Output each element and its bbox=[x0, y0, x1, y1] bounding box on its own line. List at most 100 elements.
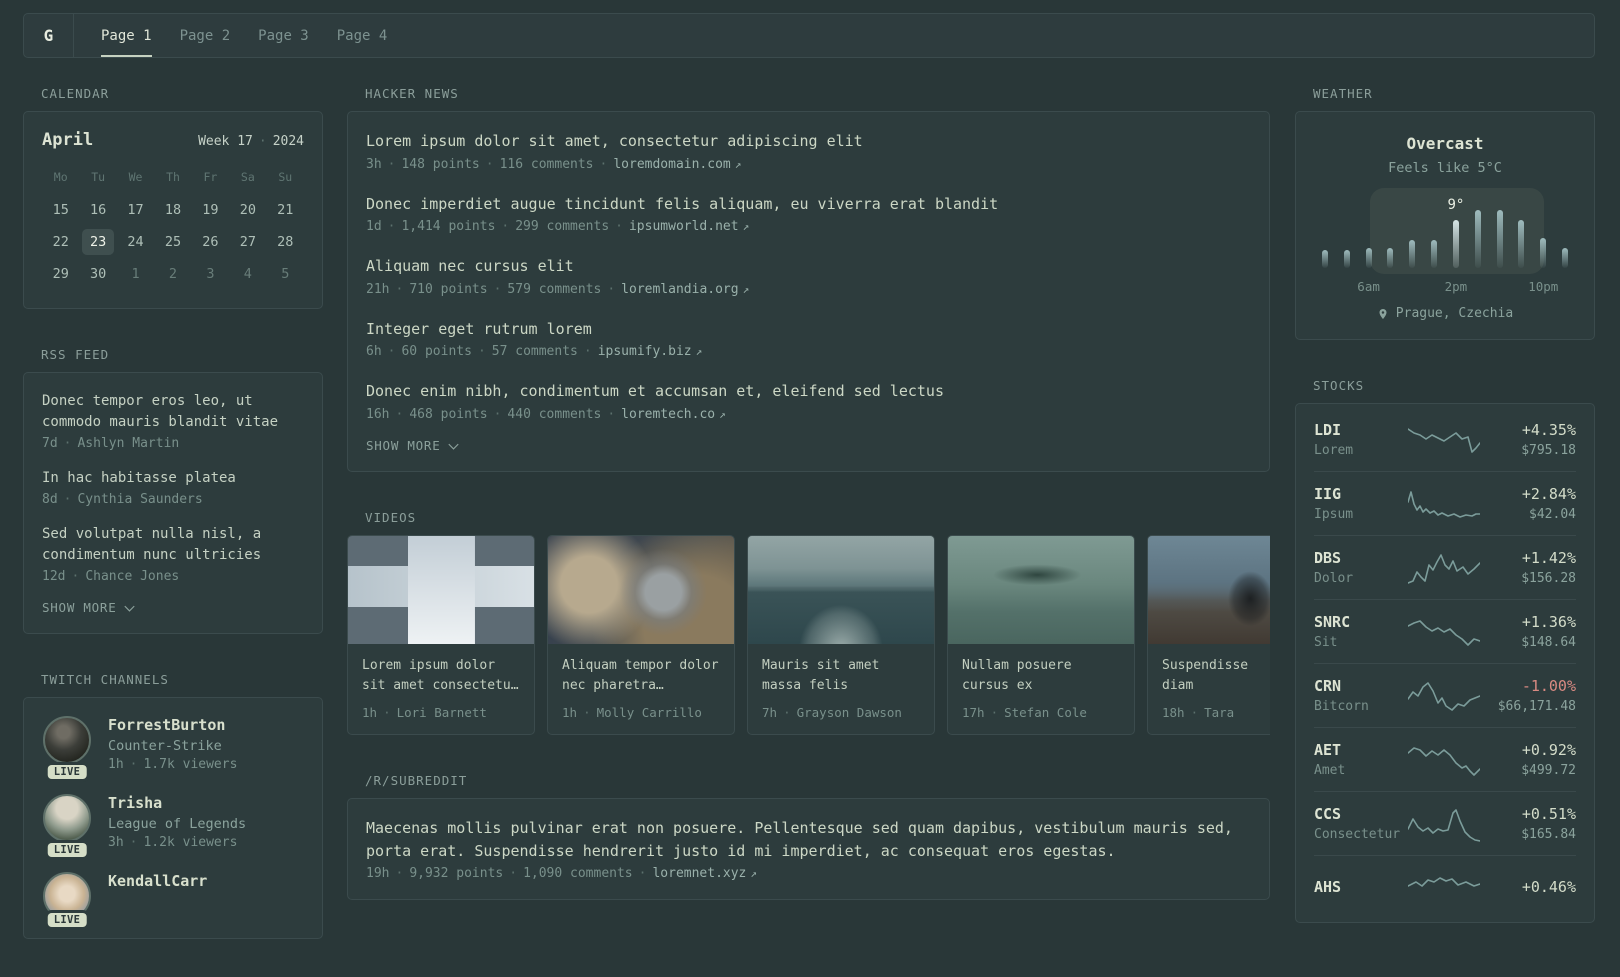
calendar-day[interactable]: 19 bbox=[192, 194, 229, 226]
widget-label-hackernews: HACKER NEWS bbox=[365, 86, 459, 101]
video-meta: 1h · Lori Barnett bbox=[362, 705, 520, 720]
calendar-day[interactable]: 18 bbox=[154, 194, 191, 226]
video-thumbnail bbox=[1148, 535, 1270, 644]
separator-dot: · bbox=[599, 156, 608, 172]
video-card[interactable]: Nullam posuere cursus ex 17h · Stefan Cole bbox=[947, 534, 1135, 736]
stock-row[interactable]: CRN Bitcorn -1.00% $66,171.48 bbox=[1314, 663, 1576, 727]
calendar-day[interactable]: 15 bbox=[42, 194, 79, 226]
tab-page-2[interactable]: Page 2 bbox=[180, 14, 231, 57]
stock-row[interactable]: AET Amet +0.92% $499.72 bbox=[1314, 727, 1576, 791]
twitch-channel-row[interactable]: LIVE KendallCarr bbox=[42, 872, 304, 927]
hackernews-item-meta: 1d · 1,414 points · 299 comments · ipsumworld.… bbox=[366, 219, 1251, 234]
hackernews-item[interactable]: Donec imperdiet augue tincidunt felis al… bbox=[366, 193, 1251, 235]
calendar-year: 2024 bbox=[272, 134, 304, 149]
stock-name: Bitcorn bbox=[1314, 699, 1369, 714]
separator-dot: · bbox=[1190, 705, 1199, 721]
meta-text: 440 comments bbox=[507, 406, 602, 422]
calendar-day[interactable]: 28 bbox=[267, 226, 304, 258]
separator-dot: · bbox=[607, 406, 616, 422]
stock-row[interactable]: LDI Lorem +4.35% $795.18 bbox=[1314, 408, 1576, 471]
calendar-day[interactable]: 20 bbox=[229, 194, 266, 226]
separator-dot: · bbox=[383, 705, 391, 721]
stock-sparkline bbox=[1408, 614, 1480, 650]
separator-dot: · bbox=[493, 406, 502, 422]
calendar-day[interactable]: 25 bbox=[154, 226, 191, 258]
stock-change-percent: +0.51% bbox=[1521, 805, 1576, 823]
calendar-day[interactable]: 24 bbox=[117, 226, 154, 258]
hackernews-item[interactable]: Lorem ipsum dolor sit amet, consectetur … bbox=[366, 130, 1251, 172]
location-pin-icon bbox=[1379, 308, 1387, 319]
source-domain-link[interactable]: ipsumify.biz bbox=[598, 344, 692, 359]
rss-show-more-button[interactable]: SHOW MORE bbox=[42, 600, 136, 615]
twitch-channel-meta: 1h · 1.7k viewers bbox=[108, 757, 237, 772]
calendar-day[interactable]: 21 bbox=[267, 194, 304, 226]
twitch-channel-row[interactable]: LIVE Trisha League of Legends 3h · 1.2k viewe… bbox=[42, 794, 304, 857]
calendar-day-selected[interactable]: 23 bbox=[79, 226, 116, 258]
calendar-day[interactable]: 26 bbox=[192, 226, 229, 258]
source-domain-link[interactable]: loremnet.xyz bbox=[652, 866, 746, 881]
hackernews-item[interactable]: Integer eget rutrum lorem 6h · 60 points · 57… bbox=[366, 318, 1251, 360]
calendar-day-number: 22 bbox=[52, 234, 69, 250]
rss-item[interactable]: Sed volutpat nulla nisl, a condimentum n… bbox=[42, 524, 304, 584]
hackernews-show-more-button[interactable]: SHOW MORE bbox=[366, 438, 460, 453]
widget-label-videos: VIDEOS bbox=[365, 509, 417, 525]
calendar-day[interactable]: 17 bbox=[117, 194, 154, 226]
external-link-icon: ↗ bbox=[734, 157, 742, 171]
calendar-day[interactable]: 5 bbox=[267, 258, 304, 290]
source-domain-link[interactable]: loremtech.co bbox=[621, 407, 715, 422]
video-thumbnail bbox=[548, 535, 734, 644]
separator-dot: · bbox=[387, 219, 396, 234]
source-domain-link[interactable]: loremdomain.com bbox=[613, 157, 730, 172]
stock-change-percent: +4.35% bbox=[1521, 421, 1576, 439]
video-card[interactable]: Aliquam tempor dolor nec pharetra… 1h · Mol… bbox=[547, 534, 735, 736]
stock-row[interactable]: CCS Consectetur +0.51% $165.84 bbox=[1314, 791, 1576, 855]
video-thumbnail bbox=[748, 535, 934, 644]
tab-page-3[interactable]: Page 3 bbox=[258, 14, 309, 57]
video-card[interactable]: Lorem ipsum dolor sit amet consectetu… 1h… bbox=[347, 534, 535, 736]
widget-label-calendar: CALENDAR bbox=[41, 86, 110, 101]
meta-text: Lori Barnett bbox=[396, 705, 487, 721]
calendar-day-number: 2 bbox=[168, 266, 178, 282]
meta-text: 116 comments bbox=[499, 156, 594, 172]
stock-price: $148.64 bbox=[1521, 635, 1576, 650]
calendar-day[interactable]: 27 bbox=[229, 226, 266, 258]
stock-row[interactable]: DBS Dolor +1.42% $156.28 bbox=[1314, 535, 1576, 599]
calendar-day[interactable]: 29 bbox=[42, 258, 79, 290]
widget-label-twitch: TWITCH CHANNELS bbox=[41, 672, 169, 687]
source-domain-link[interactable]: loremlandia.org bbox=[621, 282, 738, 297]
calendar-day-number: 20 bbox=[239, 202, 256, 218]
hackernews-item[interactable]: Aliquam nec cursus elit 21h · 710 points · 57… bbox=[366, 255, 1251, 297]
separator-dot: · bbox=[63, 492, 72, 507]
hackernews-item[interactable]: Donec enim nibh, condimentum et accumsan… bbox=[366, 380, 1251, 422]
calendar-day[interactable]: 30 bbox=[79, 258, 116, 290]
rss-item[interactable]: Donec tempor eros leo, ut commodo mauris… bbox=[42, 391, 304, 451]
calendar-day[interactable]: 3 bbox=[192, 258, 229, 290]
meta-text: 579 comments bbox=[507, 281, 602, 297]
calendar-day[interactable]: 16 bbox=[79, 194, 116, 226]
video-card[interactable]: Mauris sit amet massa felis 7h · Grayson Da… bbox=[747, 534, 935, 736]
meta-text: 1,090 comments bbox=[523, 866, 633, 882]
separator-dot: · bbox=[477, 344, 486, 359]
calendar-day[interactable]: 1 bbox=[117, 258, 154, 290]
stock-name: Sit bbox=[1314, 635, 1338, 650]
stock-row[interactable]: AHS +0.46% bbox=[1314, 855, 1576, 918]
dashboard-page: G Page 1 Page 2 Page 3 Page 4 CALENDAR Apri… bbox=[23, 13, 1595, 977]
calendar-day[interactable]: 2 bbox=[154, 258, 191, 290]
stock-row[interactable]: SNRC Sit +1.36% $148.64 bbox=[1314, 599, 1576, 663]
widget-label-weather: WEATHER bbox=[1313, 86, 1373, 101]
source-domain-link[interactable]: ipsumworld.net bbox=[629, 219, 739, 234]
stock-row[interactable]: IIG Ipsum +2.84% $42.04 bbox=[1314, 471, 1576, 535]
meta-text: 3h bbox=[108, 835, 124, 850]
video-card[interactable]: Suspendisse diam 18h · Tara bbox=[1147, 534, 1270, 736]
calendar-day[interactable]: 4 bbox=[229, 258, 266, 290]
app-logo[interactable]: G bbox=[24, 14, 74, 57]
tab-page-1[interactable]: Page 1 bbox=[101, 14, 152, 57]
tab-page-4[interactable]: Page 4 bbox=[337, 14, 388, 57]
twitch-widget: TWITCH CHANNELS LIVE ForrestBurton Counter… bbox=[23, 672, 323, 939]
twitch-channel-row[interactable]: LIVE ForrestBurton Counter-Strike 1h · 1.7k v… bbox=[42, 716, 304, 779]
rss-item[interactable]: In hac habitasse platea 8d · Cynthia Saunde… bbox=[42, 468, 304, 507]
calendar-day[interactable]: 22 bbox=[42, 226, 79, 258]
stock-identity: AET Amet bbox=[1314, 741, 1408, 778]
weather-bar bbox=[1431, 240, 1438, 268]
subreddit-post[interactable]: Maecenas mollis pulvinar erat non posuer… bbox=[366, 817, 1251, 881]
